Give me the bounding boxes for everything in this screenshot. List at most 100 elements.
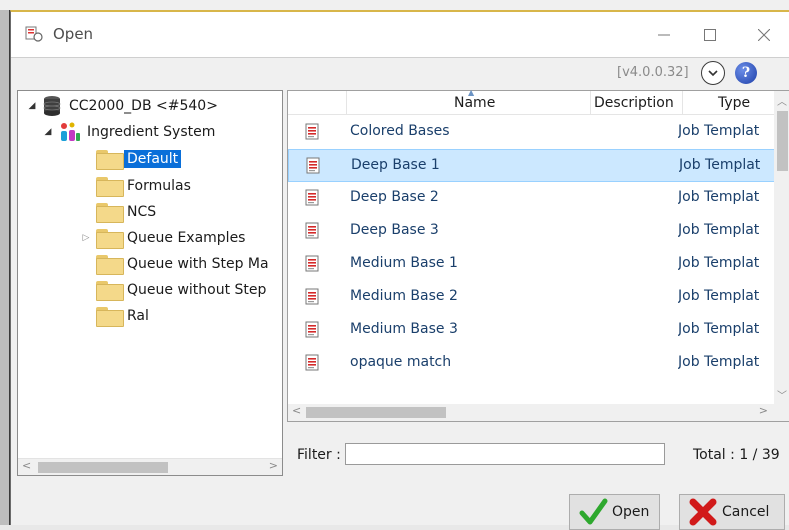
help-button[interactable]: ? — [735, 62, 757, 84]
filter-label: Filter : — [297, 447, 341, 463]
scroll-corner — [774, 404, 789, 421]
column-header-type[interactable]: Type — [718, 95, 750, 111]
open-button-label: Open — [612, 504, 650, 520]
scroll-up-icon[interactable]: ︿ — [777, 93, 787, 108]
tree-label-selected: Default — [124, 150, 182, 168]
tree-label: Ral — [127, 308, 149, 324]
maximize-icon — [704, 29, 716, 41]
minimize-icon — [658, 34, 670, 36]
column-header-description[interactable]: Description — [594, 95, 674, 111]
list-row[interactable]: opaque match Job Templat — [288, 347, 776, 380]
help-icon: ? — [741, 65, 751, 81]
row-type: Job Templat — [678, 321, 760, 337]
row-type: Job Templat — [679, 157, 761, 173]
tree-label: Formulas — [127, 178, 191, 194]
database-icon — [43, 96, 61, 116]
row-name: Deep Base 1 — [351, 157, 440, 173]
tree-expander-collapsed-icon[interactable]: ▷ — [80, 232, 92, 244]
tree-node-queue-examples[interactable]: ▷ Queue Examples — [80, 225, 248, 251]
list-row[interactable]: Deep Base 2 Job Templat — [288, 182, 776, 215]
job-template-icon — [305, 189, 319, 206]
row-name: Deep Base 3 — [350, 222, 439, 238]
chevron-down-icon — [708, 70, 718, 77]
folder-icon — [96, 229, 124, 249]
scroll-right-icon[interactable]: > — [269, 459, 278, 472]
tree-node-ral[interactable]: Ral — [96, 303, 152, 329]
maximize-button[interactable] — [687, 20, 733, 50]
folder-icon — [96, 203, 124, 223]
folder-icon — [96, 150, 124, 170]
tree-node-queue-without-step[interactable]: Queue without Step — [96, 277, 269, 303]
job-template-icon — [305, 123, 319, 140]
row-type: Job Templat — [678, 123, 760, 139]
expand-options-button[interactable] — [701, 61, 725, 85]
checkmark-icon — [576, 495, 610, 529]
scroll-left-icon[interactable]: < — [22, 459, 31, 472]
tree-label: Queue without Step — [127, 282, 267, 298]
total-count: Total : 1 / 39 — [693, 447, 780, 463]
filter-input[interactable] — [345, 443, 665, 465]
tree-node-database[interactable]: ◢ CC2000_DB <#540> — [26, 93, 221, 119]
row-name: opaque match — [350, 354, 452, 370]
list-horizontal-scrollbar[interactable]: < > — [288, 404, 776, 421]
ingredient-system-icon — [61, 122, 80, 141]
job-template-icon — [305, 354, 319, 371]
list-vertical-scrollbar[interactable]: ︿ ﹀ — [774, 91, 789, 404]
list-header: ▲ Name Description Type — [288, 88, 776, 115]
background-strip — [0, 0, 789, 10]
cancel-button-label: Cancel — [722, 504, 770, 520]
job-template-icon — [305, 255, 319, 272]
folder-tree[interactable]: ◢ CC2000_DB <#540> ◢ Ingredient System D… — [17, 90, 283, 476]
tree-node-ingredient-system[interactable]: ◢ Ingredient System — [42, 119, 218, 145]
list-row[interactable]: Medium Base 1 Job Templat — [288, 248, 776, 281]
scroll-thumb[interactable] — [306, 407, 446, 418]
row-name: Deep Base 2 — [350, 189, 439, 205]
scroll-down-icon[interactable]: ﹀ — [777, 387, 787, 402]
folder-icon — [96, 255, 124, 275]
close-button[interactable] — [741, 20, 787, 50]
app-icon — [25, 26, 43, 42]
tree-node-ncs[interactable]: NCS — [96, 199, 159, 225]
job-template-icon — [305, 321, 319, 338]
tree-node-queue-with-step[interactable]: Queue with Step Ma — [96, 251, 272, 277]
file-list[interactable]: ▲ Name Description Type Colored Bases Job… — [287, 88, 789, 422]
column-header-name[interactable]: Name — [454, 95, 495, 111]
list-row[interactable]: Medium Base 3 Job Templat — [288, 314, 776, 347]
close-icon — [758, 29, 770, 41]
row-type: Job Templat — [678, 288, 760, 304]
row-name: Medium Base 2 — [350, 288, 458, 304]
tree-horizontal-scrollbar[interactable]: < > — [18, 458, 282, 475]
scroll-thumb[interactable] — [38, 462, 168, 473]
scroll-right-icon[interactable]: > — [759, 404, 768, 417]
tree-label: Ingredient System — [87, 124, 216, 140]
column-separator — [590, 91, 591, 115]
list-row[interactable]: Medium Base 2 Job Templat — [288, 281, 776, 314]
row-name: Medium Base 1 — [350, 255, 458, 271]
row-type: Job Templat — [678, 354, 760, 370]
tree-label: NCS — [127, 204, 157, 220]
tree-node-formulas[interactable]: Formulas — [96, 173, 194, 199]
row-type: Job Templat — [678, 222, 760, 238]
open-dialog: Open [v4.0.0.32] ? ◢ CC2000_DB <#540> ◢ … — [10, 10, 789, 530]
scroll-left-icon[interactable]: < — [292, 404, 301, 417]
cancel-x-icon — [686, 495, 720, 529]
tree-expander-icon[interactable]: ◢ — [26, 100, 38, 112]
minimize-button[interactable] — [641, 20, 687, 50]
scroll-thumb[interactable] — [777, 111, 788, 171]
tree-expander-icon[interactable]: ◢ — [42, 126, 54, 138]
job-template-icon — [305, 288, 319, 305]
tree-node-default[interactable]: Default — [96, 146, 182, 172]
column-separator — [682, 91, 683, 115]
folder-icon — [96, 307, 124, 327]
tree-label: Queue with Step Ma — [127, 256, 269, 272]
list-row[interactable]: Colored Bases Job Templat — [288, 116, 776, 149]
folder-icon — [96, 281, 124, 301]
row-type: Job Templat — [678, 255, 760, 271]
job-template-icon — [306, 157, 320, 174]
list-row[interactable]: Deep Base 3 Job Templat — [288, 215, 776, 248]
version-label: [v4.0.0.32] — [617, 65, 689, 80]
row-type: Job Templat — [678, 189, 760, 205]
column-separator — [346, 91, 347, 115]
folder-icon — [96, 177, 124, 197]
list-row-selected[interactable]: Deep Base 1 Job Templat — [288, 149, 776, 182]
